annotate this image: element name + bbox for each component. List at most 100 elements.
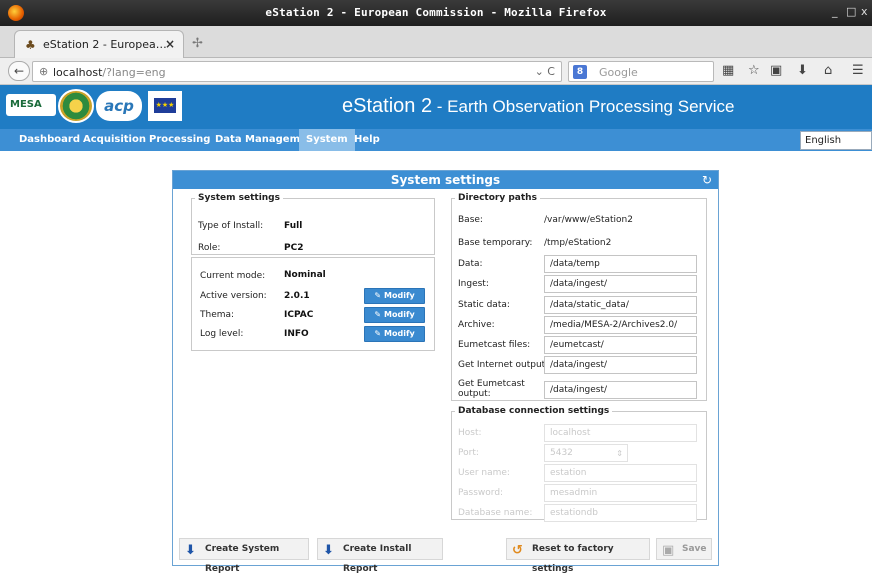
african-union-logo xyxy=(58,89,94,123)
app-header: MESA acp ★★★ eStation 2 - Earth Observat… xyxy=(0,85,872,129)
directory-paths-legend: Directory paths xyxy=(458,193,537,203)
download-icon: ⬇ xyxy=(185,543,196,558)
thema-label: Thema: xyxy=(200,310,235,320)
favicon-icon: ♣ xyxy=(25,38,36,52)
spinner-icon[interactable]: ⇕ xyxy=(616,446,623,462)
database-name-field[interactable]: estationdb xyxy=(544,504,697,522)
create-install-report-label: Create Install Report xyxy=(343,544,412,574)
static-data-label: Static data: xyxy=(458,300,510,310)
menu-help[interactable]: Help xyxy=(347,129,387,151)
save-button[interactable]: ▣ Save xyxy=(656,538,712,560)
get-eumetcast-output-path-field[interactable]: /data/ingest/ xyxy=(544,381,697,399)
window-titlebar: eStation 2 - European Commission - Mozil… xyxy=(0,0,872,26)
system-settings-panel: System settings ↻ System settings Type o… xyxy=(172,170,719,574)
eumetcast-files-path-field[interactable]: /eumetcast/ xyxy=(544,336,697,354)
base-label: Base: xyxy=(458,215,483,225)
minimize-icon[interactable]: _ xyxy=(832,5,838,18)
app-title-sub: - Earth Observation Processing Service xyxy=(432,97,735,116)
edit-icon: ✎ xyxy=(374,291,382,300)
log-level-value: INFO xyxy=(284,329,309,339)
static-data-path-field[interactable]: /data/static_data/ xyxy=(544,296,697,314)
refresh-icon[interactable]: ↻ xyxy=(702,171,712,189)
url-bar[interactable]: ⊕ localhost/?lang=eng ⌄ C xyxy=(32,61,562,82)
browser-tabstrip: ♣ eStation 2 - Europea… × ✢ xyxy=(0,26,872,58)
acp-logo: acp xyxy=(96,91,142,121)
app-title: eStation 2 - Earth Observation Processin… xyxy=(342,95,734,118)
port-label: Port: xyxy=(458,448,479,458)
data-label: Data: xyxy=(458,259,483,269)
data-path-field[interactable]: /data/temp xyxy=(544,255,697,273)
archive-path-field[interactable]: /media/MESA-2/Archives2.0/ xyxy=(544,316,697,334)
active-version-label: Active version: xyxy=(200,291,267,301)
role-value: PC2 xyxy=(284,243,304,253)
eu-logo: ★★★ xyxy=(148,91,182,121)
directory-paths-fieldset: Directory paths Base: /var/www/eStation2… xyxy=(451,193,707,401)
save-label: Save xyxy=(682,544,707,554)
tab-label: eStation 2 - Europea… xyxy=(43,38,167,51)
create-system-report-button[interactable]: ⬇ Create System Report xyxy=(179,538,309,574)
role-label: Role: xyxy=(198,243,221,253)
panel-title: System settings xyxy=(390,173,501,187)
active-version-value: 2.0.1 xyxy=(284,291,310,301)
save-icon: ▣ xyxy=(662,543,675,558)
ingest-label: Ingest: xyxy=(458,279,489,289)
download-icon: ⬇ xyxy=(323,543,334,558)
create-system-report-label: Create System Report xyxy=(205,544,280,574)
current-mode-value: Nominal xyxy=(284,270,326,280)
type-of-install-label: Type of Install: xyxy=(198,221,264,231)
home-icon[interactable]: ⌂ xyxy=(824,63,832,78)
download-icon[interactable]: ⬇ xyxy=(797,63,808,78)
menu-processing[interactable]: Processing xyxy=(142,129,217,151)
reset-factory-settings-button[interactable]: ↺ Reset to factory settings xyxy=(506,538,650,574)
eumetcast-files-label: Eumetcast files: xyxy=(458,340,531,350)
port-value: 5432 xyxy=(550,448,573,458)
reader-icon[interactable]: ▦ xyxy=(722,63,734,78)
type-of-install-value: Full xyxy=(284,221,303,231)
back-button[interactable]: ← xyxy=(8,61,30,81)
database-connection-fieldset: Database connection settings Host: local… xyxy=(451,406,707,522)
close-window-icon[interactable]: x xyxy=(861,5,868,18)
reload-icon[interactable]: ⌄ C xyxy=(535,65,555,78)
password-field[interactable]: mesadmin xyxy=(544,484,697,502)
window-title: eStation 2 - European Commission - Mozil… xyxy=(265,6,607,19)
system-settings-fieldset: System settings Type of Install: Full Ro… xyxy=(191,193,435,255)
menu-icon[interactable]: ☰ xyxy=(852,63,864,78)
current-mode-label: Current mode: xyxy=(200,271,266,281)
language-select[interactable]: English xyxy=(800,131,872,150)
main-menu: Dashboard Acquisition Processing Data Ma… xyxy=(0,129,872,151)
bookmark-star-icon[interactable]: ☆ xyxy=(748,63,760,78)
host-field[interactable]: localhost xyxy=(544,424,697,442)
archive-label: Archive: xyxy=(458,320,495,330)
modify-log-level-button[interactable]: ✎ Modify xyxy=(364,326,425,342)
url-path: /?lang=eng xyxy=(102,66,166,79)
modify-thema-button[interactable]: ✎ Modify xyxy=(364,307,425,323)
bookmarks-list-icon[interactable]: ▣ xyxy=(770,63,782,78)
base-temporary-value: /tmp/eStation2 xyxy=(544,238,612,248)
modify-label: Modify xyxy=(384,329,415,338)
get-internet-output-path-field[interactable]: /data/ingest/ xyxy=(544,356,697,374)
port-field[interactable]: 5432 ⇕ xyxy=(544,444,628,462)
base-temporary-label: Base temporary: xyxy=(458,238,533,248)
edit-icon: ✎ xyxy=(374,329,382,338)
modify-version-button[interactable]: ✎ Modify xyxy=(364,288,425,304)
eu-flag-icon: ★★★ xyxy=(154,98,176,113)
new-tab-icon[interactable]: ✢ xyxy=(192,36,203,51)
modify-label: Modify xyxy=(384,291,415,300)
app-title-main: eStation 2 xyxy=(342,95,433,117)
create-install-report-button[interactable]: ⬇ Create Install Report xyxy=(317,538,443,574)
maximize-icon[interactable]: □ xyxy=(846,5,856,18)
browser-navbar: ← ⊕ localhost/?lang=eng ⌄ C 8 Google ▦ ☆… xyxy=(0,58,872,85)
browser-tab[interactable]: ♣ eStation 2 - Europea… × xyxy=(14,30,184,58)
search-engine-icon[interactable]: 8 xyxy=(573,65,587,79)
database-name-label: Database name: xyxy=(458,508,533,518)
log-level-label: Log level: xyxy=(200,329,244,339)
user-name-field[interactable]: estation xyxy=(544,464,697,482)
system-settings-legend: System settings xyxy=(198,193,280,203)
search-bar[interactable]: 8 Google xyxy=(568,61,714,82)
get-internet-output-label: Get Internet output: xyxy=(458,360,549,370)
content-area: System settings ↻ System settings Type o… xyxy=(0,151,872,574)
close-tab-icon[interactable]: × xyxy=(165,37,175,51)
mesa-logo: MESA xyxy=(6,94,56,116)
ingest-path-field[interactable]: /data/ingest/ xyxy=(544,275,697,293)
reset-icon: ↺ xyxy=(512,543,523,558)
